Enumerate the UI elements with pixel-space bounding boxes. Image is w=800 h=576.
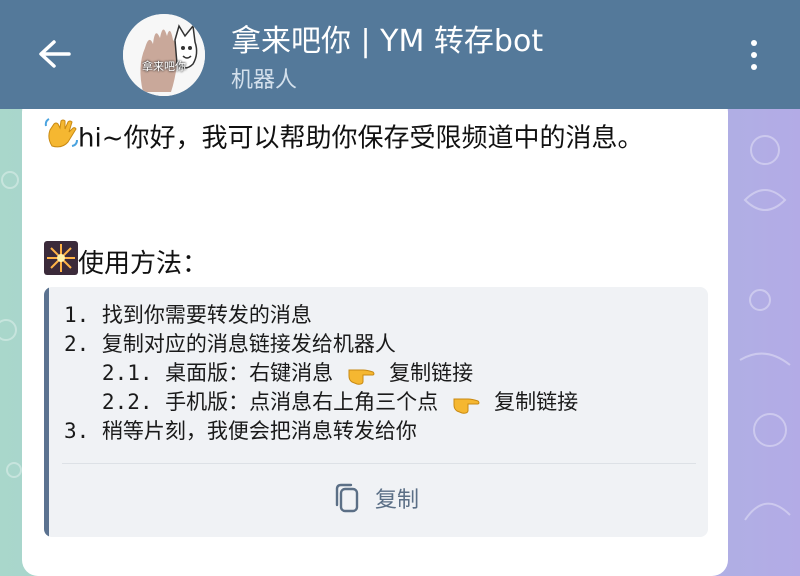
code-lines: 1. 找到你需要转发的消息 2. 复制对应的消息链接发给机器人 2.1. 桌面版… <box>64 301 698 446</box>
copy-button[interactable]: 复制 <box>44 473 708 523</box>
copy-icon <box>335 483 359 513</box>
usage-title: 使用方法： <box>78 249 209 279</box>
chat-subtitle: 机器人 <box>231 68 298 93</box>
code-line-2: 2. 复制对应的消息链接发给机器人 <box>64 332 396 356</box>
code-line-1: 1. 找到你需要转发的消息 <box>64 303 312 327</box>
code-line-5: 3. 稍等片刻，我便会把消息转发给你 <box>64 419 417 443</box>
avatar[interactable]: 拿来吧你 <box>123 14 205 96</box>
chat-header: 拿来吧你 拿来吧你 | YM 转存bot 机器人 <box>0 0 800 109</box>
waving-hand-icon <box>44 116 78 162</box>
back-button[interactable] <box>28 28 80 80</box>
code-line-4-text: 2.2. 手机版：点消息右上角三个点 <box>64 390 439 414</box>
avatar-caption: 拿来吧你 <box>142 60 186 73</box>
more-menu-button[interactable] <box>736 32 772 78</box>
code-block[interactable]: 1. 找到你需要转发的消息 2. 复制对应的消息链接发给机器人 2.1. 桌面版… <box>44 287 708 537</box>
pointing-right-icon <box>452 391 480 415</box>
code-line-4: 2.2. 手机版：点消息右上角三个点 复制链接 <box>64 388 698 417</box>
code-line-4-action: 复制链接 <box>494 390 579 414</box>
usage-heading: 使用方法： <box>44 241 208 287</box>
code-line-3-text: 2.1. 桌面版：右键消息 <box>64 361 334 385</box>
chat-title[interactable]: 拿来吧你 | YM 转存bot <box>231 16 543 60</box>
pointing-right-icon <box>347 362 375 386</box>
intro-text: hi~你好，我可以帮助你保存受限频道中的消息。 <box>78 123 644 154</box>
arrow-left-icon <box>39 40 71 68</box>
copy-label: 复制 <box>374 488 419 513</box>
sparkler-icon <box>44 241 78 287</box>
intro-text-block: hi~你好，我可以帮助你保存受限频道中的消息。 <box>44 116 694 162</box>
code-line-3-action: 复制链接 <box>389 361 474 385</box>
more-vertical-icon <box>751 40 757 46</box>
code-line-3: 2.1. 桌面版：右键消息 复制链接 <box>64 359 698 388</box>
avatar-image <box>123 14 205 96</box>
copy-divider <box>62 463 696 464</box>
